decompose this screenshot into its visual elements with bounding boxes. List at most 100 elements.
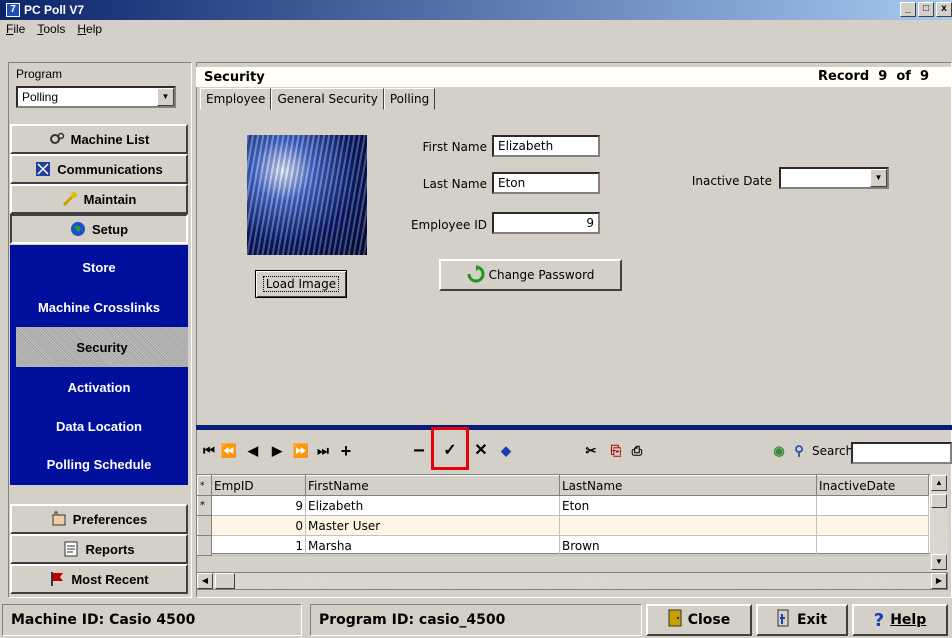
submenu-data-location[interactable]: Data Location: [10, 406, 188, 446]
first-name-field[interactable]: Elizabeth: [492, 135, 600, 157]
record-counter: Record 9 of 9: [818, 69, 930, 84]
submenu-polling-schedule[interactable]: Polling Schedule: [10, 444, 188, 484]
tab-polling[interactable]: Polling: [383, 88, 436, 110]
minimize-button[interactable]: _: [900, 2, 916, 17]
cell-empid[interactable]: 1: [211, 535, 306, 556]
print-icon[interactable]: ⎙: [628, 442, 646, 460]
door-icon: [668, 609, 682, 631]
cell-lastname[interactable]: [559, 515, 817, 536]
row-indicator[interactable]: [197, 515, 212, 536]
nav-most-recent[interactable]: Most Recent: [10, 564, 188, 594]
nav-setup-label: Setup: [91, 221, 129, 237]
scroll-right-icon[interactable]: ▶: [931, 573, 947, 589]
cancel-edit-icon[interactable]: ✕: [472, 442, 490, 460]
scroll-up-icon[interactable]: ▲: [931, 475, 947, 491]
nav-machine-list[interactable]: Machine List: [10, 124, 188, 154]
cell-inactivedate[interactable]: [816, 515, 929, 536]
report-icon: [63, 541, 79, 557]
employee-id-field[interactable]: 9: [492, 212, 600, 234]
close-button[interactable]: Close: [646, 604, 752, 636]
prior-record-icon[interactable]: ◀: [244, 442, 262, 460]
cell-inactivedate[interactable]: [816, 495, 929, 516]
scroll-left-icon[interactable]: ◀: [197, 573, 213, 589]
nav-maintain-label: Maintain: [83, 191, 137, 207]
last-name-label: Last Name: [422, 177, 487, 191]
window-title: PC Poll V7: [24, 3, 85, 17]
menu-file[interactable]: File: [0, 20, 31, 38]
tab-general-security[interactable]: General Security: [271, 88, 384, 110]
insert-record-icon[interactable]: +: [337, 442, 355, 460]
program-select[interactable]: Polling ▼: [16, 86, 176, 108]
grid-header-lastname[interactable]: LastName: [559, 475, 817, 496]
cell-firstname[interactable]: Master User: [305, 515, 560, 536]
first-record-icon[interactable]: ⏮: [200, 442, 218, 460]
last-record-icon[interactable]: ⏭: [314, 442, 332, 460]
exit-icon: [777, 609, 791, 631]
nav-setup[interactable]: Setup: [10, 214, 188, 244]
table-row[interactable]: 0 Master User: [197, 515, 929, 536]
cell-empid[interactable]: 0: [211, 515, 306, 536]
next-page-icon[interactable]: ⏩: [292, 442, 310, 460]
cell-lastname[interactable]: Eton: [559, 495, 817, 516]
close-window-button[interactable]: x: [936, 2, 952, 17]
row-indicator[interactable]: *: [197, 495, 212, 516]
help-button[interactable]: ? Help: [852, 604, 948, 636]
table-row[interactable]: * 9 Elizabeth Eton: [197, 495, 929, 516]
tab-employee[interactable]: Employee: [200, 88, 272, 110]
nav-maintain[interactable]: Maintain: [10, 184, 188, 214]
export-icon[interactable]: ⎘: [607, 442, 625, 460]
load-image-button[interactable]: Load Image: [255, 270, 347, 298]
find-icon[interactable]: ◉: [770, 442, 788, 460]
submenu-activation[interactable]: Activation: [10, 367, 188, 407]
table-row[interactable]: 1 Marsha Brown: [197, 535, 929, 556]
submenu-store[interactable]: Store: [10, 247, 188, 287]
post-edit-highlight: [431, 427, 469, 470]
nav-machine-list-label: Machine List: [70, 131, 150, 147]
grid-header-row: * EmpID FirstName LastName InactiveDate: [197, 475, 929, 496]
menu-tools[interactable]: Tools: [31, 20, 71, 38]
inactive-date-picker[interactable]: ▼: [779, 167, 889, 189]
refresh-icon: [467, 264, 485, 286]
grid-header-firstname[interactable]: FirstName: [305, 475, 560, 496]
nav-communications[interactable]: Communications: [10, 154, 188, 184]
grid-vertical-scrollbar[interactable]: ▲ ▼: [930, 474, 948, 572]
chevron-down-icon[interactable]: ▼: [870, 169, 887, 187]
scroll-thumb[interactable]: [215, 573, 235, 589]
submenu-security[interactable]: Security: [16, 327, 188, 367]
change-password-label: Change Password: [488, 268, 595, 282]
prior-page-icon[interactable]: ⏪: [220, 442, 238, 460]
question-icon: ?: [873, 609, 885, 631]
chevron-down-icon[interactable]: ▼: [157, 88, 174, 106]
setup-submenu: Store Machine Crosslinks Security Activa…: [10, 245, 188, 485]
cell-inactivedate[interactable]: [816, 535, 929, 556]
scroll-down-icon[interactable]: ▼: [931, 554, 947, 570]
employee-id-label: Employee ID: [410, 218, 487, 232]
nav-reports-label: Reports: [85, 541, 135, 557]
filter-icon[interactable]: ✂: [582, 442, 600, 460]
cell-firstname[interactable]: Elizabeth: [305, 495, 560, 516]
nav-preferences[interactable]: Preferences: [10, 504, 188, 534]
delete-record-icon[interactable]: −: [410, 441, 428, 461]
cell-firstname[interactable]: Marsha: [305, 535, 560, 556]
next-record-icon[interactable]: ▶: [268, 442, 286, 460]
row-indicator[interactable]: [197, 535, 212, 556]
hand-icon: [51, 511, 67, 527]
change-password-button[interactable]: Change Password: [439, 259, 622, 291]
refresh-data-icon[interactable]: ◆: [497, 442, 515, 460]
last-name-field[interactable]: Eton: [492, 172, 600, 194]
nav-reports[interactable]: Reports: [10, 534, 188, 564]
title-bar: 7 PC Poll V7 _ □ x: [0, 0, 952, 20]
cell-lastname[interactable]: Brown: [559, 535, 817, 556]
scroll-thumb[interactable]: [931, 494, 947, 508]
grid-header-inactivedate[interactable]: InactiveDate: [816, 475, 929, 496]
cell-empid[interactable]: 9: [211, 495, 306, 516]
search-input[interactable]: [851, 442, 952, 464]
magnifier-icon[interactable]: ⚲: [790, 442, 808, 460]
grid-horizontal-scrollbar[interactable]: ◀ ▶: [196, 572, 948, 590]
menu-help[interactable]: Help: [71, 20, 108, 38]
grid-header-empid[interactable]: EmpID: [211, 475, 306, 496]
help-button-label: Help: [890, 612, 927, 628]
maximize-button[interactable]: □: [918, 2, 934, 17]
exit-button[interactable]: Exit: [756, 604, 848, 636]
submenu-machine-crosslinks[interactable]: Machine Crosslinks: [10, 287, 188, 327]
